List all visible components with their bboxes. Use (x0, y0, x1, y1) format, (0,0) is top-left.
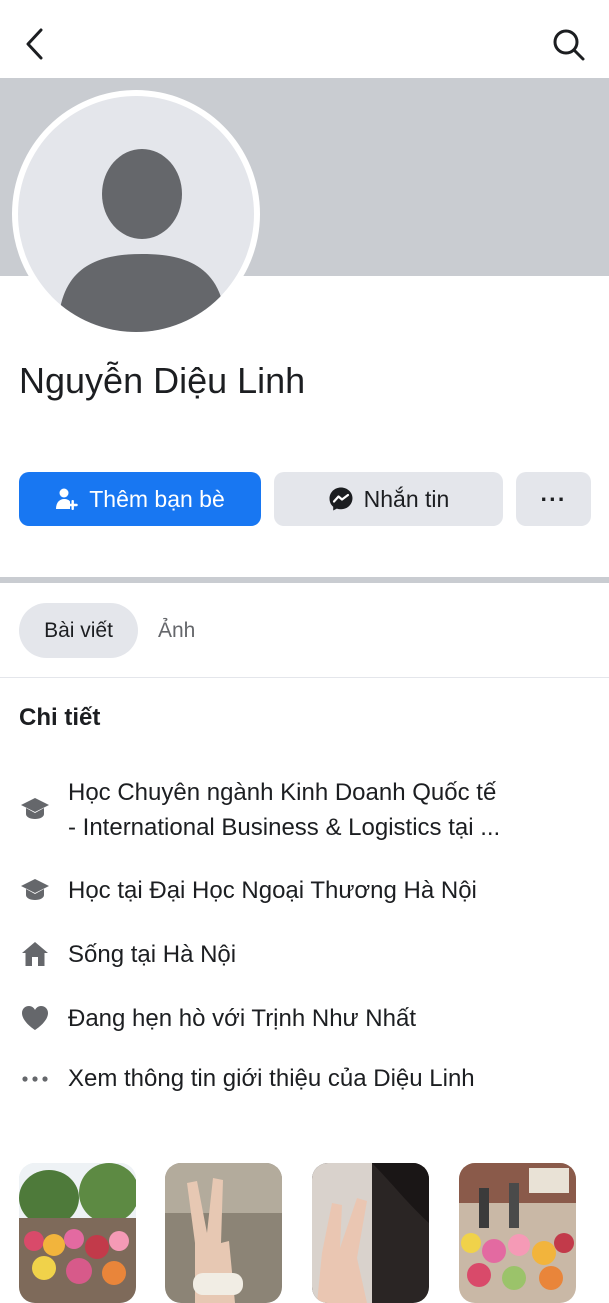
profile-name: Nguyễn Diệu Linh (19, 360, 306, 401)
partner-link[interactable]: Trịnh Như Nhất (251, 1005, 416, 1032)
tab-posts[interactable]: Bài viết (19, 603, 138, 658)
school-link[interactable]: Đại Học Ngoại Thương Hà Nội (149, 877, 477, 904)
messenger-icon (329, 487, 353, 511)
photo-thumbnail[interactable] (312, 1163, 429, 1303)
search-icon (553, 29, 585, 61)
detail-school: Học tại Đại Học Ngoại Thương Hà Nội (68, 877, 477, 904)
message-label: Nhắn tin (363, 485, 450, 512)
graduation-cap-icon (19, 874, 51, 906)
photo-thumbnail[interactable] (459, 1163, 576, 1303)
graduation-cap-icon (19, 793, 51, 825)
see-about-info-link[interactable]: Xem thông tin giới thiệu của Diệu Linh (68, 1061, 588, 1096)
hand-peace-sign-image (165, 1163, 282, 1303)
more-dots-icon: ··· (540, 485, 567, 512)
default-avatar-icon (58, 149, 226, 332)
house-icon (19, 938, 51, 970)
flower-shop-image (459, 1163, 576, 1303)
detail-study-major[interactable]: Học Chuyên ngành Kinh Doanh Quốc tế - In… (68, 775, 588, 845)
search-button[interactable] (550, 26, 588, 64)
section-divider (0, 577, 609, 583)
tab-photos[interactable]: Ảnh (158, 603, 195, 658)
detail-lives-in: Sống tại Hà Nội (68, 941, 237, 968)
add-friend-label: Thêm bạn bè (89, 485, 225, 512)
photo-thumbnail[interactable] (165, 1163, 282, 1303)
profile-picture[interactable] (12, 90, 260, 338)
heart-icon (19, 1002, 51, 1034)
city-link[interactable]: Hà Nội (163, 941, 236, 968)
chevron-left-icon (26, 28, 43, 60)
photo-thumbnail[interactable] (19, 1163, 136, 1303)
more-options-button[interactable]: ··· (516, 472, 591, 526)
detail-relationship: Đang hẹn hò với Trịnh Như Nhất (68, 1005, 416, 1032)
tab-divider (0, 677, 609, 678)
person-add-icon (56, 488, 78, 510)
back-button[interactable] (18, 26, 54, 62)
details-title: Chi tiết (19, 704, 101, 731)
hand-peace-sign-dark-image (312, 1163, 429, 1303)
message-button[interactable]: Nhắn tin (274, 472, 503, 526)
add-friend-button[interactable]: Thêm bạn bè (19, 472, 261, 526)
more-dots-icon (19, 1063, 51, 1095)
flower-market-image (19, 1163, 136, 1303)
